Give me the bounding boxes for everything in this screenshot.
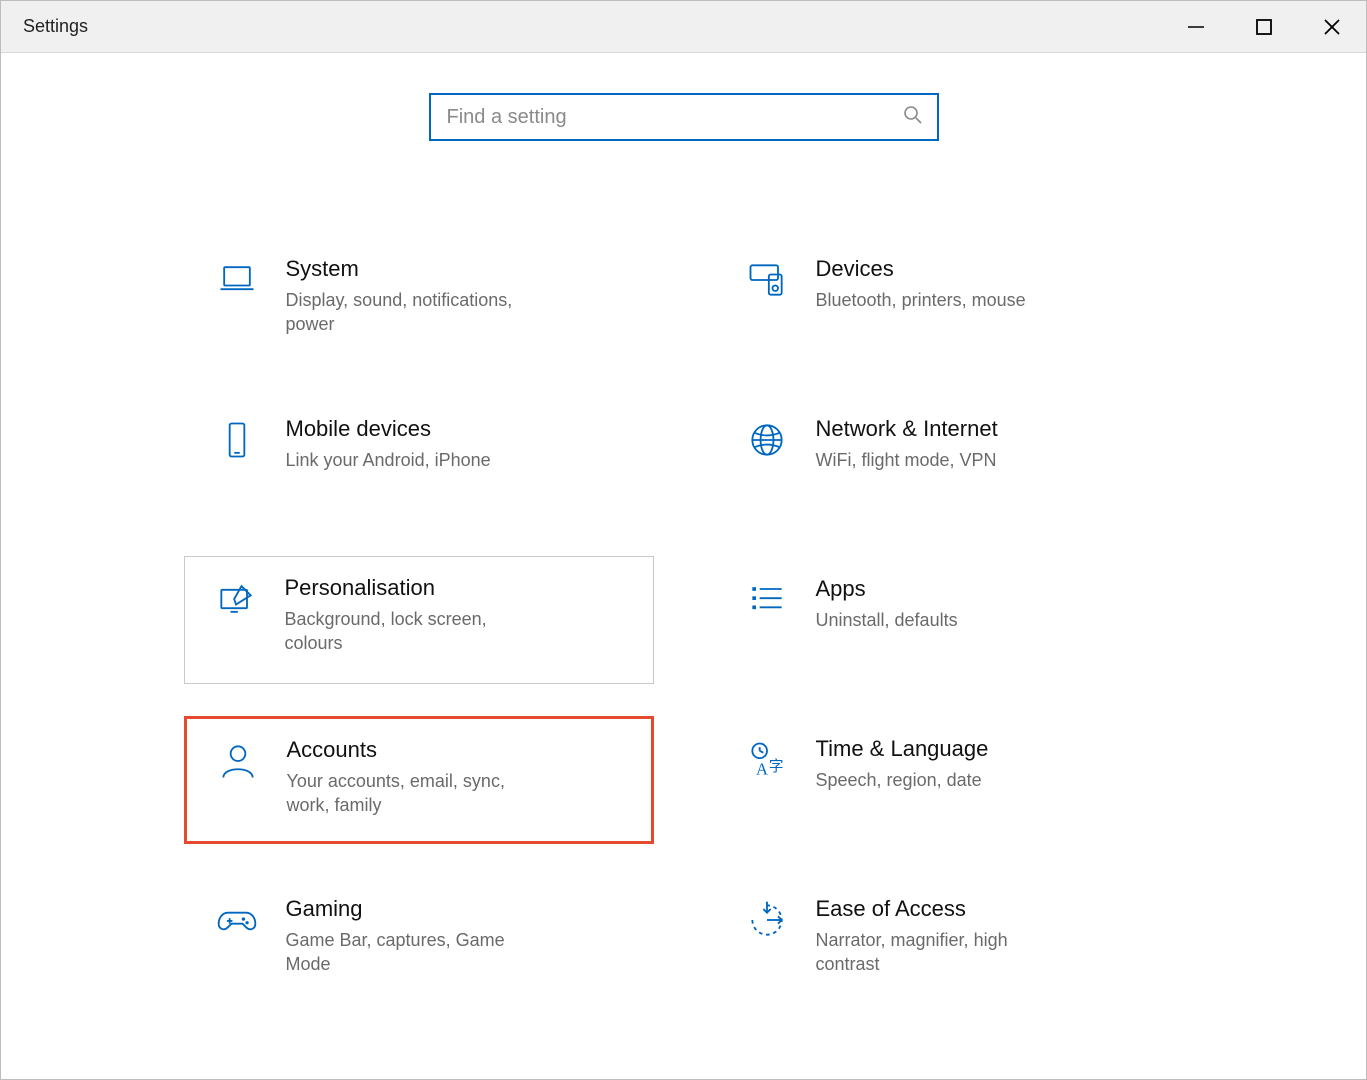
tile-desc: Display, sound, notifications, power bbox=[286, 288, 546, 337]
tile-ease-of-access[interactable]: Ease of Access Narrator, magnifier, high… bbox=[714, 876, 1184, 1004]
tile-system[interactable]: System Display, sound, notifications, po… bbox=[184, 236, 654, 364]
window-title: Settings bbox=[23, 16, 88, 37]
tile-title: Mobile devices bbox=[286, 416, 632, 442]
apps-icon bbox=[736, 576, 798, 622]
svg-text:A: A bbox=[756, 760, 768, 779]
window-controls bbox=[1162, 1, 1366, 52]
tile-title: Personalisation bbox=[285, 575, 633, 601]
tile-accounts[interactable]: Accounts Your accounts, email, sync, wor… bbox=[184, 716, 654, 844]
tile-title: Devices bbox=[816, 256, 1162, 282]
tile-desc: Narrator, magnifier, high contrast bbox=[816, 928, 1076, 977]
time-language-icon: A 字 bbox=[736, 736, 798, 782]
close-button[interactable] bbox=[1298, 1, 1366, 52]
phone-icon bbox=[206, 416, 268, 462]
settings-window: Settings bbox=[0, 0, 1367, 1080]
tile-desc: Uninstall, defaults bbox=[816, 608, 1076, 632]
tile-apps[interactable]: Apps Uninstall, defaults bbox=[714, 556, 1184, 684]
tile-time-language[interactable]: A 字 Time & Language Speech, region, date bbox=[714, 716, 1184, 844]
tile-title: System bbox=[286, 256, 632, 282]
tile-desc: WiFi, flight mode, VPN bbox=[816, 448, 1076, 472]
tile-title: Apps bbox=[816, 576, 1162, 602]
globe-icon bbox=[736, 416, 798, 462]
tile-personalisation[interactable]: Personalisation Background, lock screen,… bbox=[184, 556, 654, 684]
minimize-button[interactable] bbox=[1162, 1, 1230, 52]
tile-desc: Your accounts, email, sync, work, family bbox=[287, 769, 547, 818]
close-icon bbox=[1323, 18, 1341, 36]
tile-desc: Bluetooth, printers, mouse bbox=[816, 288, 1076, 312]
tile-mobile[interactable]: Mobile devices Link your Android, iPhone bbox=[184, 396, 654, 524]
tile-desc: Speech, region, date bbox=[816, 768, 1076, 792]
settings-grid: System Display, sound, notifications, po… bbox=[184, 236, 1184, 1004]
tile-desc: Link your Android, iPhone bbox=[286, 448, 546, 472]
gamepad-icon bbox=[206, 896, 268, 942]
person-icon bbox=[207, 737, 269, 783]
maximize-icon bbox=[1256, 19, 1272, 35]
search-icon bbox=[903, 105, 923, 130]
tile-title: Time & Language bbox=[816, 736, 1162, 762]
personalisation-icon bbox=[205, 575, 267, 621]
laptop-icon bbox=[206, 256, 268, 302]
tile-gaming[interactable]: Gaming Game Bar, captures, Game Mode bbox=[184, 876, 654, 1004]
tile-network[interactable]: Network & Internet WiFi, flight mode, VP… bbox=[714, 396, 1184, 524]
search-box[interactable] bbox=[429, 93, 939, 141]
titlebar: Settings bbox=[1, 1, 1366, 53]
content-area: System Display, sound, notifications, po… bbox=[1, 53, 1366, 1079]
tile-title: Ease of Access bbox=[816, 896, 1162, 922]
minimize-icon bbox=[1187, 18, 1205, 36]
tile-desc: Game Bar, captures, Game Mode bbox=[286, 928, 546, 977]
ease-of-access-icon bbox=[736, 896, 798, 942]
devices-icon bbox=[736, 256, 798, 302]
svg-text:字: 字 bbox=[768, 758, 783, 775]
maximize-button[interactable] bbox=[1230, 1, 1298, 52]
tile-title: Gaming bbox=[286, 896, 632, 922]
tile-desc: Background, lock screen, colours bbox=[285, 607, 545, 656]
search-input[interactable] bbox=[445, 105, 893, 130]
tile-title: Accounts bbox=[287, 737, 631, 763]
tile-devices[interactable]: Devices Bluetooth, printers, mouse bbox=[714, 236, 1184, 364]
tile-title: Network & Internet bbox=[816, 416, 1162, 442]
